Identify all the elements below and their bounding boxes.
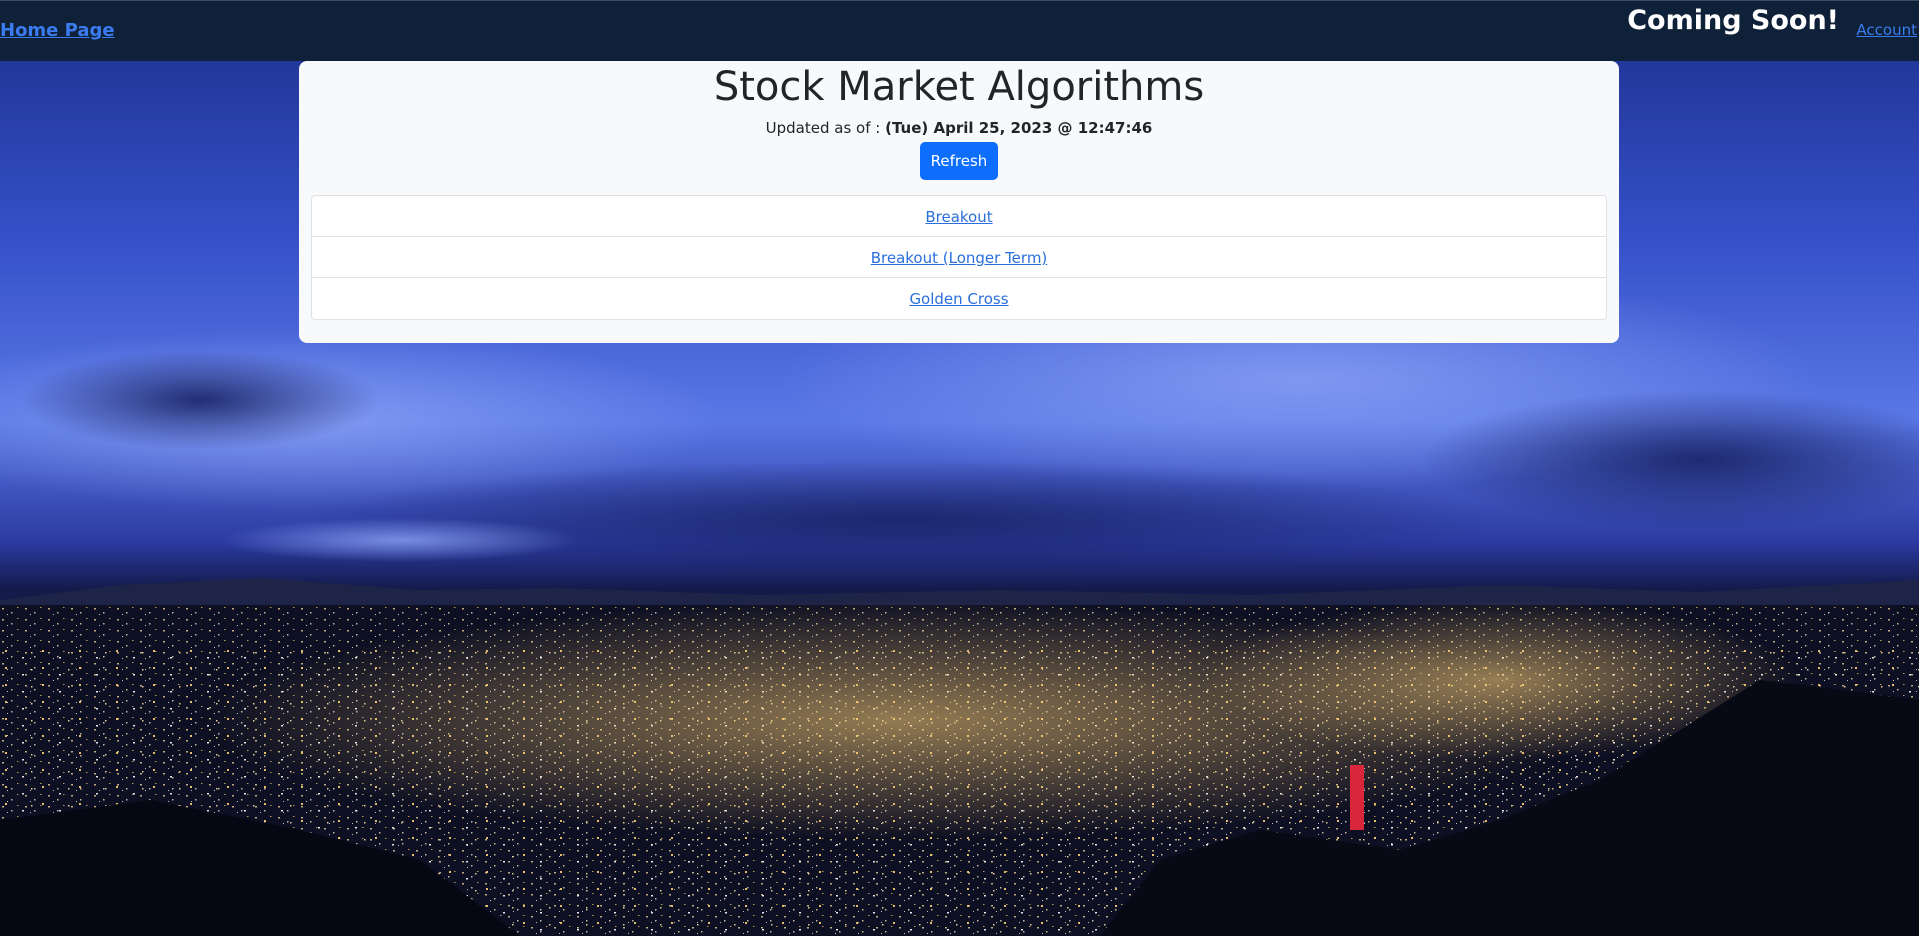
updated-timestamp: Updated as of : (Tue) April 25, 2023 @ 1…: [299, 119, 1619, 137]
breakout-longer-term-link[interactable]: Breakout (Longer Term): [871, 249, 1048, 267]
top-navbar: Home Page Coming Soon! Account: [0, 0, 1919, 61]
updated-value: (Tue) April 25, 2023 @ 12:47:46: [885, 119, 1153, 137]
list-item: Golden Cross: [312, 278, 1606, 319]
refresh-button[interactable]: Refresh: [920, 142, 998, 180]
list-item: Breakout: [312, 196, 1606, 237]
algorithm-list: Breakout Breakout (Longer Term) Golden C…: [311, 195, 1607, 320]
updated-prefix: Updated as of :: [765, 119, 881, 137]
breakout-link[interactable]: Breakout: [925, 208, 992, 226]
golden-cross-link[interactable]: Golden Cross: [909, 290, 1008, 308]
list-item: Breakout (Longer Term): [312, 237, 1606, 278]
account-link[interactable]: Account: [1856, 21, 1917, 39]
home-page-link[interactable]: Home Page: [0, 20, 115, 41]
algorithms-card: Stock Market Algorithms Updated as of : …: [299, 61, 1619, 343]
page-title: Stock Market Algorithms: [713, 64, 1205, 110]
coming-soon-heading: Coming Soon!: [1627, 5, 1839, 36]
